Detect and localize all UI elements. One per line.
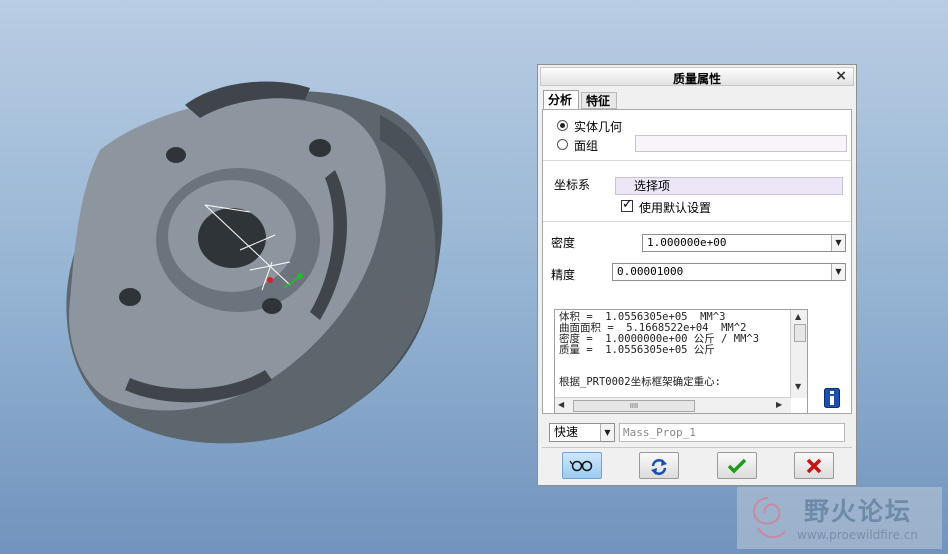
close-icon[interactable]: × bbox=[835, 68, 847, 84]
scroll-left-icon[interactable]: ◀ bbox=[558, 400, 564, 409]
results-lines: 体积 = 1.0556305e+05 MM^3 曲面面积 = 5.1668522… bbox=[559, 312, 759, 356]
dialog-title: 质量属性 bbox=[672, 72, 721, 86]
results-textbox[interactable]: 体积 = 1.0556305e+05 MM^3 曲面面积 = 5.1668522… bbox=[554, 309, 808, 414]
refresh-icon bbox=[651, 459, 667, 475]
chevron-down-icon[interactable]: ▼ bbox=[831, 264, 845, 280]
vscroll-thumb[interactable] bbox=[794, 324, 806, 342]
horizontal-scrollbar[interactable]: ◀ IIII ▶ bbox=[555, 397, 791, 413]
cancel-button[interactable] bbox=[794, 452, 834, 479]
ok-button[interactable] bbox=[717, 452, 757, 479]
quilt-collector[interactable] bbox=[635, 135, 847, 152]
result-mass: 质量 = 1.0556305e+05 公斤 bbox=[559, 344, 715, 356]
scroll-down-icon[interactable]: ▼ bbox=[795, 382, 801, 391]
quilt-label: 面组 bbox=[574, 139, 599, 153]
tab-analysis[interactable]: 分析 bbox=[543, 90, 579, 109]
chevron-down-icon[interactable]: ▼ bbox=[600, 424, 614, 441]
model-hole-1 bbox=[166, 147, 186, 163]
model-hole-4 bbox=[262, 298, 282, 314]
watermark-url: www.proewildfire.cn bbox=[797, 528, 918, 542]
density-input[interactable]: 1.000000e+00 ▼ bbox=[642, 234, 846, 252]
watermark-logo-icon bbox=[753, 497, 786, 539]
divider bbox=[543, 160, 851, 161]
quick-mode-value: 快速 bbox=[554, 425, 579, 439]
density-label: 密度 bbox=[551, 236, 576, 250]
use-default-checkbox[interactable]: ✓ bbox=[621, 197, 633, 212]
chevron-down-icon[interactable]: ▼ bbox=[831, 235, 845, 251]
accuracy-value: 0.00001000 bbox=[617, 265, 684, 278]
watermark: 野火论坛 www.proewildfire.cn bbox=[737, 487, 942, 549]
analysis-name-input[interactable]: Mass_Prop_1 bbox=[619, 423, 845, 442]
solid-geometry-radio[interactable] bbox=[557, 120, 568, 131]
accuracy-label: 精度 bbox=[551, 268, 576, 282]
scroll-up-icon[interactable]: ▲ bbox=[795, 312, 801, 321]
results-note: 根据_PRT0002坐标框架确定重心: bbox=[559, 376, 721, 388]
dialog-titlebar[interactable]: 质量属性 × bbox=[540, 67, 854, 86]
glasses-icon bbox=[569, 460, 593, 472]
density-value: 1.000000e+00 bbox=[647, 236, 727, 249]
mass-properties-dialog: 质量属性 × 分析 特征 实体几何 面组 坐标系 选择项 ✓ 使用默认设置 密度… bbox=[537, 64, 857, 486]
csys-origin-red bbox=[267, 277, 273, 283]
hscroll-thumb[interactable]: IIII bbox=[573, 400, 695, 412]
csys-collector[interactable]: 选择项 bbox=[615, 177, 843, 195]
use-default-label: 使用默认设置 bbox=[639, 201, 712, 215]
watermark-text: 野火论坛 bbox=[804, 497, 913, 526]
model-center-bore bbox=[198, 208, 266, 268]
repeat-analysis-button[interactable] bbox=[639, 452, 679, 479]
scroll-right-icon[interactable]: ▶ bbox=[776, 400, 782, 409]
check-icon bbox=[727, 458, 747, 474]
divider bbox=[543, 221, 851, 222]
divider bbox=[542, 447, 852, 448]
preview-button[interactable] bbox=[562, 452, 602, 479]
model-hole-2 bbox=[309, 139, 331, 157]
accuracy-input[interactable]: 0.00001000 ▼ bbox=[612, 263, 846, 281]
solid-geometry-label: 实体几何 bbox=[574, 120, 623, 134]
quick-mode-select[interactable]: 快速 ▼ bbox=[549, 423, 615, 442]
quilt-radio[interactable] bbox=[557, 139, 568, 150]
model-hole-3 bbox=[119, 288, 141, 306]
csys-label: 坐标系 bbox=[554, 178, 591, 192]
vertical-scrollbar[interactable]: ▲ ▼ bbox=[790, 310, 807, 398]
cancel-x-icon bbox=[806, 458, 822, 474]
info-icon[interactable] bbox=[824, 388, 840, 408]
analysis-panel: 实体几何 面组 坐标系 选择项 ✓ 使用默认设置 密度 1.000000e+00… bbox=[542, 109, 852, 414]
tab-feature[interactable]: 特征 bbox=[581, 92, 617, 109]
